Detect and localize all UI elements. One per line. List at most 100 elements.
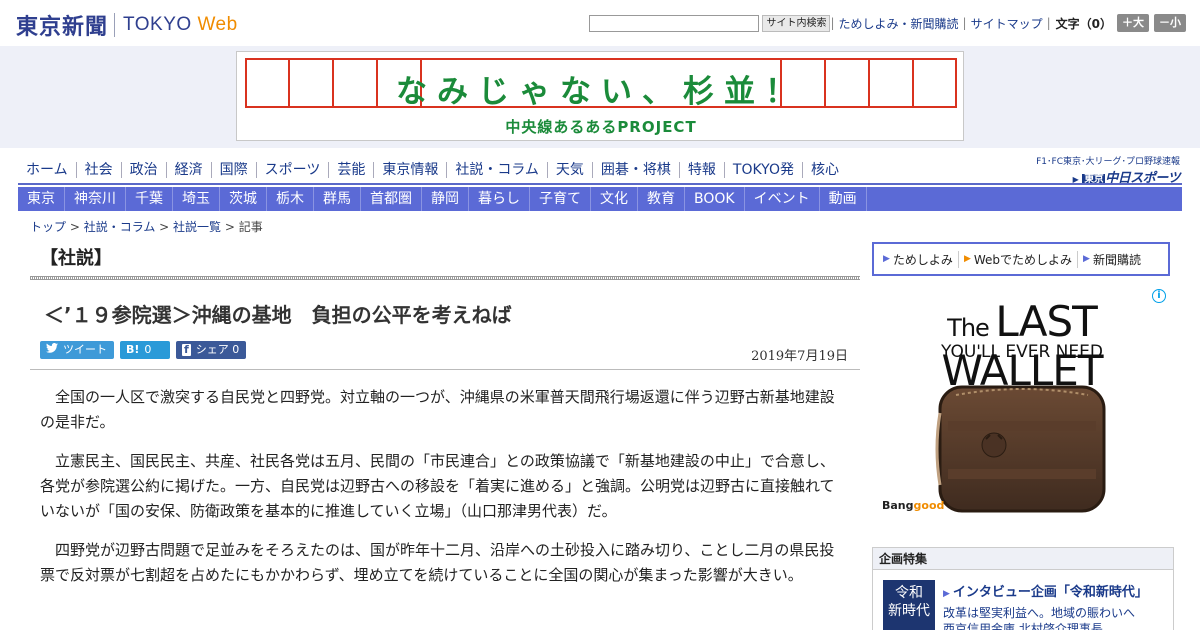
subnav-kanagawa[interactable]: 神奈川 xyxy=(65,187,126,211)
logo-divider xyxy=(114,13,116,37)
site-search-input[interactable] xyxy=(589,14,760,32)
hatena-bookmark-button[interactable]: B! 0 xyxy=(120,341,170,359)
facebook-share-count: 0 xyxy=(232,343,240,356)
special-feature-description[interactable]: 改革は堅実利益へ。地域の賑わいへ 西京信用金庫 北村啓介理事長 xyxy=(943,605,1135,630)
subnav-event[interactable]: イベント xyxy=(745,187,820,211)
section-label: 【社説】 xyxy=(40,248,112,269)
nav-go-shogi[interactable]: 囲碁・将棋 xyxy=(591,162,679,178)
newspaper-subscribe-link[interactable]: ▶ 新聞購読 xyxy=(1078,251,1146,268)
web-trial-reading-label: Webでためしよみ xyxy=(973,252,1073,267)
breadcrumb-editorial-column[interactable]: 社説・コラム xyxy=(84,220,156,234)
breadcrumb-separator: > xyxy=(66,220,84,234)
site-logo[interactable]: 東京新聞 TOKYO Web xyxy=(16,9,238,41)
description-line: 西京信用金庫 北村啓介理事長 xyxy=(943,622,1103,630)
subnav-culture[interactable]: 文化 xyxy=(591,187,638,211)
header-tools: サイト内検索 | ためしよみ・新聞購読 | サイトマップ | 文字（0） ＋大 … xyxy=(589,14,1186,32)
subnav-ibaraki[interactable]: 茨城 xyxy=(220,187,267,211)
subnav-chiba[interactable]: 千葉 xyxy=(126,187,173,211)
subnav-living[interactable]: 暮らし xyxy=(469,187,530,211)
nav-kakushin[interactable]: 核心 xyxy=(801,162,847,178)
trial-subscribe-link[interactable]: ためしよみ・新聞購読 xyxy=(839,15,959,32)
arrow-icon: ▶ xyxy=(943,589,950,599)
arrow-icon: ▶ xyxy=(883,254,890,264)
banner-subtitle: 中央線あるあるPROJECT xyxy=(505,118,697,136)
article-divider xyxy=(30,369,860,370)
nav-tokyo-hatsu[interactable]: TOKYO発 xyxy=(723,162,802,178)
nav-international[interactable]: 国際 xyxy=(210,162,256,178)
trial-reading-label: ためしよみ xyxy=(892,252,953,267)
special-feature-title[interactable]: ▶ インタビュー企画「令和新時代」 xyxy=(943,581,1148,600)
banner-title: なみじゃない、杉並！ xyxy=(396,74,806,110)
nav-politics[interactable]: 政治 xyxy=(120,162,166,178)
publish-date: 2019年7月19日 xyxy=(751,349,848,364)
section-divider xyxy=(30,276,860,280)
banner-ad[interactable]: なみじゃない、杉並！ 中央線あるあるPROJECT xyxy=(236,51,964,141)
chunichi-sports-link[interactable]: F1･FC東京･大リーグ･プロ野球速報 ▶ 東京 中日スポーツ xyxy=(1036,154,1180,186)
wallet-image xyxy=(935,385,1106,513)
hatena-count: 0 xyxy=(144,343,152,356)
subnav-book[interactable]: BOOK xyxy=(685,187,745,211)
ad-brand-prefix: Bang xyxy=(882,499,914,512)
article-body: 全国の一人区で激突する自民党と四野党。対立軸の一つが、沖縄県の米軍普天間飛行場返… xyxy=(40,385,848,602)
ad-brand-suffix: good xyxy=(913,499,945,512)
nav-divider xyxy=(18,183,1182,185)
logo-tokyo-text: TOKYO xyxy=(123,14,198,35)
newspaper-subscribe-label: 新聞購読 xyxy=(1092,252,1141,267)
trial-reading-link[interactable]: ▶ ためしよみ xyxy=(878,250,959,268)
subnav-saitama[interactable]: 埼玉 xyxy=(173,187,220,211)
nav-weather[interactable]: 天気 xyxy=(546,162,592,178)
font-bigger-button[interactable]: ＋大 xyxy=(1117,14,1149,32)
breadcrumb-editorial-list[interactable]: 社説一覧 xyxy=(173,220,221,234)
ad-title-prefix: The xyxy=(947,314,996,342)
facebook-share-button[interactable]: f シェア 0 xyxy=(176,341,246,359)
logo-web-text: Web xyxy=(197,14,238,35)
ad-brand: Banggood xyxy=(882,499,944,512)
site-search-button[interactable]: サイト内検索 xyxy=(762,14,831,32)
subnav-gunma[interactable]: 群馬 xyxy=(314,187,361,211)
divider: | xyxy=(1046,16,1051,30)
sitemap-link[interactable]: サイトマップ xyxy=(971,15,1043,32)
nav-tokyo-info[interactable]: 東京情報 xyxy=(373,162,446,178)
article-headline: ＜’１９参院選＞沖縄の基地 負担の公平を考えねば xyxy=(44,303,512,327)
site-header: 東京新聞 TOKYO Web サイト内検索 | ためしよみ・新聞購読 | サイト… xyxy=(0,0,1200,46)
divider: | xyxy=(962,16,967,30)
banner-area: なみじゃない、杉並！ 中央線あるあるPROJECT xyxy=(0,46,1200,148)
sub-nav: 東京 神奈川 千葉 埼玉 茨城 栃木 群馬 首都圏 静岡 暮らし 子育て 文化 … xyxy=(18,187,1182,211)
subscription-links: ▶ ためしよみ ▶ Webでためしよみ ▶ 新聞購読 xyxy=(872,242,1170,276)
font-smaller-button[interactable]: －小 xyxy=(1154,14,1186,32)
main-nav: ホーム 社会 政治 経済 国際 スポーツ 芸能 東京情報 社説・コラム 天気 囲… xyxy=(18,157,847,183)
nav-economy[interactable]: 経済 xyxy=(165,162,211,178)
logo-japanese: 東京新聞 xyxy=(16,14,109,40)
tweet-button[interactable]: ツイート xyxy=(40,341,114,359)
special-feature-box: 企画特集 令和 新時代 ▶ インタビュー企画「令和新時代」 改革は堅実利益へ。地域… xyxy=(872,547,1174,630)
chunichi-tagline: F1･FC東京･大リーグ･プロ野球速報 xyxy=(1036,157,1180,167)
breadcrumb-current: 記事 xyxy=(238,220,263,234)
subnav-education[interactable]: 教育 xyxy=(638,187,685,211)
nav-home[interactable]: ホーム xyxy=(18,162,76,178)
article-paragraph: 四野党が辺野古問題で足並みをそろえたのは、国が昨年十二月、沿岸への土砂投入に踏み… xyxy=(40,541,835,584)
web-trial-reading-link[interactable]: ▶ Webでためしよみ xyxy=(959,250,1079,268)
subnav-shizuoka[interactable]: 静岡 xyxy=(422,187,469,211)
thumb-line: 新時代 xyxy=(888,603,930,619)
subnav-tokyo[interactable]: 東京 xyxy=(18,187,65,211)
subnav-shutoken[interactable]: 首都圏 xyxy=(361,187,422,211)
subnav-parenting[interactable]: 子育て xyxy=(530,187,591,211)
subnav-video[interactable]: 動画 xyxy=(820,187,867,211)
hatena-bookmark-icon: B! xyxy=(126,343,140,356)
nav-editorial-column[interactable]: 社説・コラム xyxy=(446,162,547,178)
nav-tokuho[interactable]: 特報 xyxy=(678,162,724,178)
breadcrumb-top[interactable]: トップ xyxy=(30,220,66,234)
special-feature-header: 企画特集 xyxy=(873,548,1173,570)
description-line: 改革は堅実利益へ。地域の賑わいへ xyxy=(943,606,1136,620)
subnav-tochigi[interactable]: 栃木 xyxy=(267,187,314,211)
breadcrumb-separator: > xyxy=(155,220,174,234)
logo-english: TOKYO Web xyxy=(123,14,238,36)
breadcrumb-separator: > xyxy=(221,220,239,234)
breadcrumb: トップ > 社説・コラム > 社説一覧 > 記事 xyxy=(30,218,263,235)
wallet-ad[interactable]: i The LAST WALLET YOU'LL EVER NEED Bangg… xyxy=(872,287,1172,537)
nav-sports[interactable]: スポーツ xyxy=(255,162,329,178)
reiwa-thumbnail[interactable]: 令和 新時代 xyxy=(883,580,935,630)
nav-entertainment[interactable]: 芸能 xyxy=(328,162,373,178)
twitter-bird-icon xyxy=(46,341,58,359)
nav-society[interactable]: 社会 xyxy=(75,162,121,178)
